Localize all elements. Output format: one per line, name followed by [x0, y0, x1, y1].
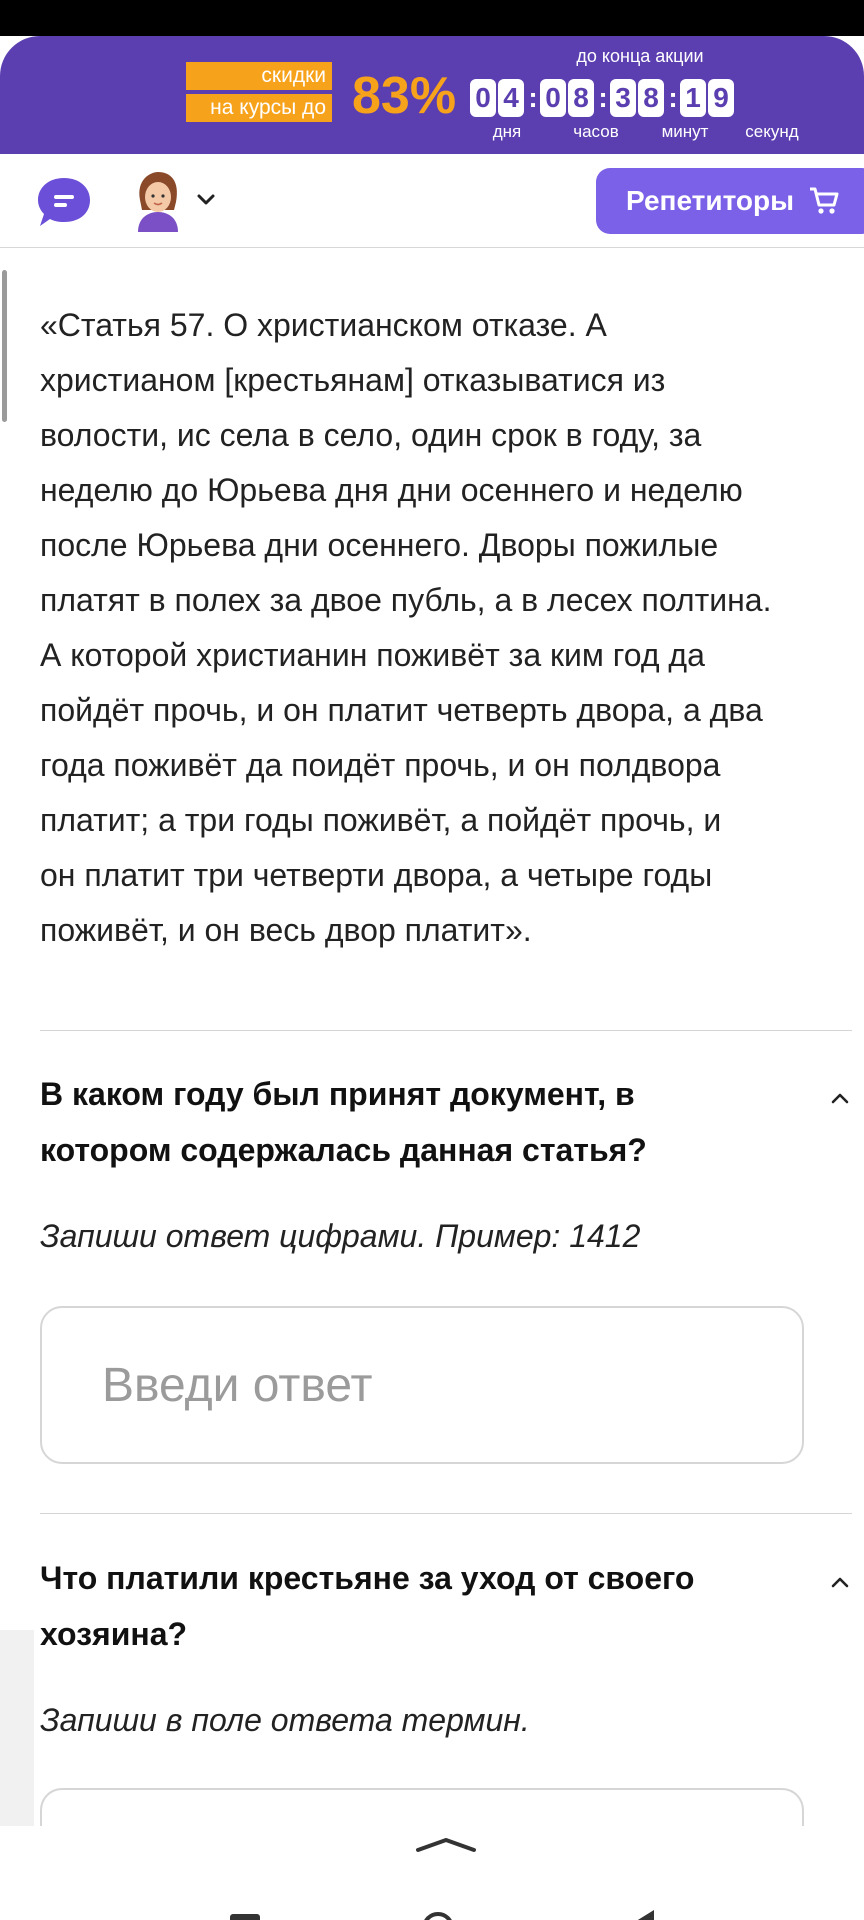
- article-line: платят в полех за двое публь, а в лесех …: [40, 582, 772, 618]
- countdown-digit: 0: [470, 79, 496, 117]
- promo-percent: 83%: [352, 67, 457, 125]
- article-line: «Статья 57. О христианском отказе. А: [40, 307, 607, 343]
- countdown-separator: :: [598, 82, 608, 113]
- scrollbar-thumb[interactable]: [2, 270, 7, 422]
- countdown-label-days: дня: [492, 122, 522, 141]
- countdown-digit: 1: [680, 79, 706, 117]
- article-line: неделю до Юрьева дня дни осеннего и неде…: [40, 472, 743, 508]
- promo-tag-courses: на курсы до: [186, 94, 332, 122]
- chevron-up-icon[interactable]: [828, 1570, 852, 1594]
- question-2-title-line: Что платили крестьяне за уход от своего: [40, 1560, 695, 1596]
- countdown-digit: 3: [610, 79, 636, 117]
- article-line: пойдёт прочь, и он платит четверть двора…: [40, 692, 763, 728]
- article-line: года поживёт да поидёт прочь, и он полдв…: [40, 747, 721, 783]
- chevron-up-icon[interactable]: [414, 1834, 478, 1854]
- countdown-digit: 9: [708, 79, 734, 117]
- divider: [40, 1030, 852, 1031]
- question-2-title[interactable]: Что платили крестьяне за уход от своего …: [40, 1550, 780, 1662]
- chevron-down-icon[interactable]: [196, 190, 216, 210]
- answer-input[interactable]: [40, 1306, 804, 1464]
- side-panel-edge: [0, 1630, 34, 1830]
- divider: [40, 1513, 852, 1514]
- article-line: волости, ис села в село, один срок в год…: [40, 417, 702, 453]
- countdown-digit: 8: [638, 79, 664, 117]
- avatar[interactable]: [130, 170, 186, 232]
- article-line: христианом [крестьянам] отказыватися из: [40, 362, 666, 398]
- promo-tags: скидки на курсы до: [186, 62, 332, 126]
- chat-bubble-icon[interactable]: [36, 176, 92, 228]
- status-bar: [0, 0, 864, 36]
- article-line: он платит три четверти двора, а четыре г…: [40, 857, 713, 893]
- countdown-separator: :: [528, 82, 538, 113]
- back-icon[interactable]: [620, 1906, 660, 1920]
- recent-apps-icon[interactable]: [226, 1906, 266, 1920]
- article-line: после Юрьева дни осеннего. Дворы пожилые: [40, 527, 719, 563]
- cart-icon: [810, 187, 839, 214]
- question-1-title-line: В каком году был принят документ, в: [40, 1076, 635, 1112]
- article-line: платит; а три годы поживёт, а пойдёт про…: [40, 802, 722, 838]
- promo-tag-discount: скидки: [186, 62, 332, 90]
- promo-banner[interactable]: скидки на курсы до 83% до конца акции 0 …: [0, 36, 864, 154]
- system-nav-bar: [0, 1826, 864, 1920]
- chevron-up-icon[interactable]: [828, 1086, 852, 1110]
- countdown-digit: 0: [540, 79, 566, 117]
- app-header: Репетиторы: [0, 154, 864, 248]
- article-text: «Статья 57. О христианском отказе. А хри…: [40, 298, 860, 958]
- countdown-label-seconds: секунд: [745, 122, 799, 141]
- question-1-hint: Запиши ответ цифрами. Пример: 1412: [40, 1218, 641, 1254]
- home-icon[interactable]: [418, 1906, 458, 1920]
- question-1-title[interactable]: В каком году был принят документ, в кото…: [40, 1066, 780, 1178]
- countdown-timer: 0 4 : 0 8 : 3 8 : 1 9: [470, 78, 736, 118]
- countdown-digit: 8: [568, 79, 594, 117]
- question-2-title-line: хозяина?: [40, 1616, 188, 1652]
- promo-until-label: до конца акции: [576, 46, 704, 66]
- countdown-digit: 4: [498, 79, 524, 117]
- countdown-separator: :: [668, 82, 678, 113]
- tutors-button[interactable]: Репетиторы: [596, 168, 864, 234]
- countdown-label-minutes: минут: [661, 122, 709, 141]
- tutors-button-label: Репетиторы: [626, 185, 795, 216]
- countdown-label-hours: часов: [573, 122, 619, 141]
- article-line: А которой христианин поживёт за ким год …: [40, 637, 705, 673]
- question-2-hint: Запиши в поле ответа термин.: [40, 1702, 530, 1738]
- article-line: поживёт, и он весь двор платит».: [40, 912, 532, 948]
- question-1-title-line: котором содержалась данная статья?: [40, 1132, 647, 1168]
